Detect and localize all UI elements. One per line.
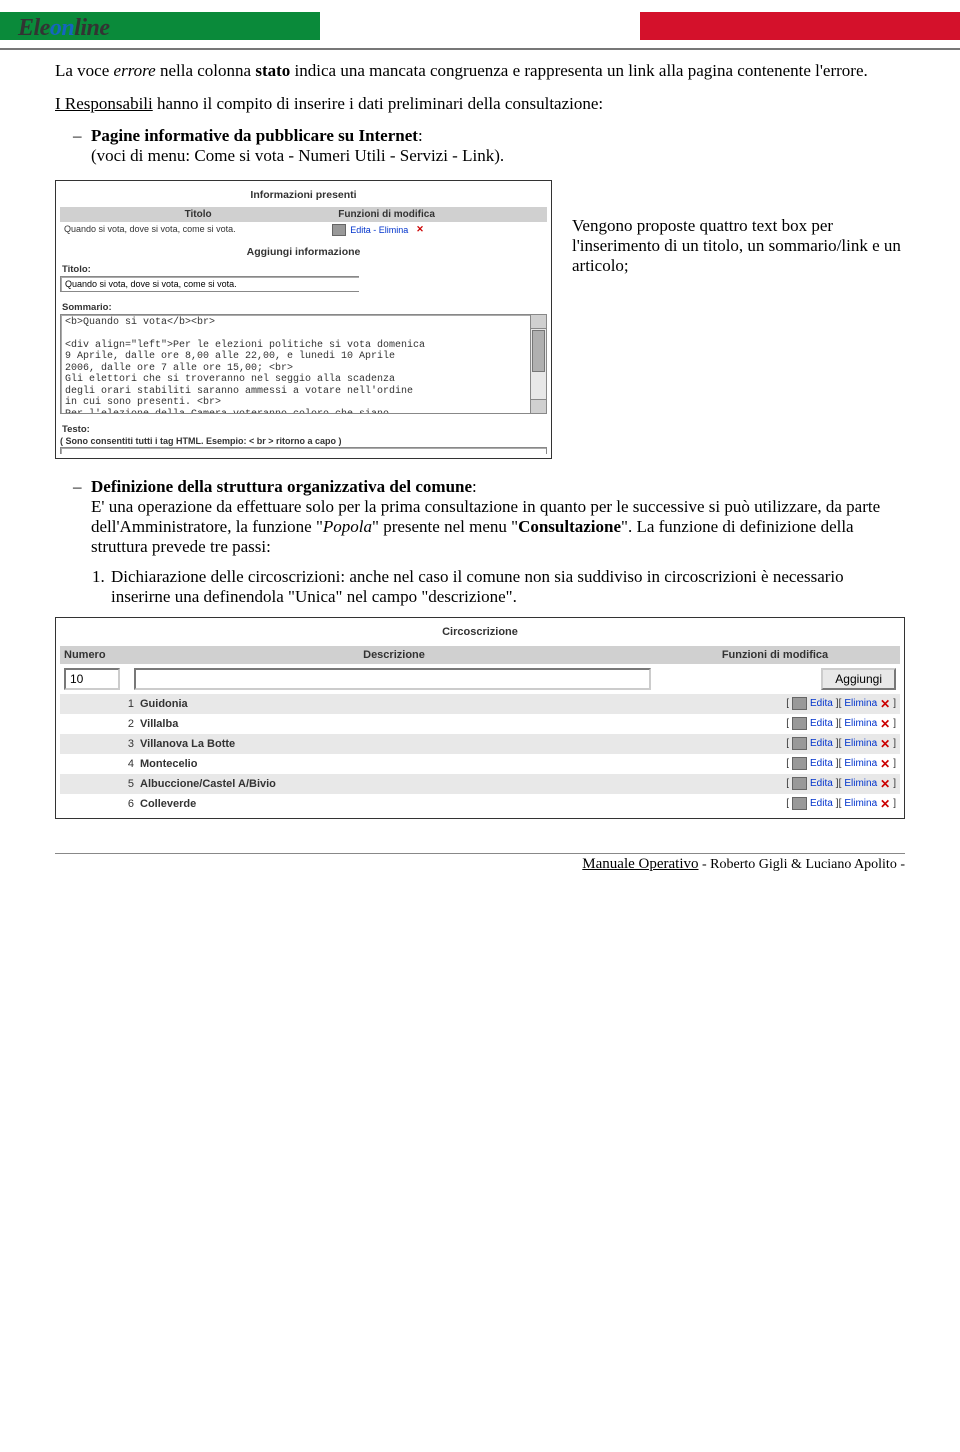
delete-x-icon[interactable]: ✕ bbox=[880, 777, 890, 791]
fig2-header-row: Numero Descrizione Funzioni di modifica bbox=[60, 646, 900, 664]
delete-x-icon[interactable]: ✕ bbox=[416, 224, 424, 235]
row-number: 4 bbox=[64, 758, 140, 770]
intro-paragraph-1: La voce errore nella colonna stato indic… bbox=[55, 60, 905, 83]
fig1-input-titolo[interactable] bbox=[60, 276, 359, 292]
table-row: 6Colleverde[ Edita][Elimina ✕ ] bbox=[60, 794, 900, 814]
fig2-input-numero[interactable] bbox=[64, 668, 120, 690]
edit-link[interactable]: Edita bbox=[810, 798, 833, 809]
row-description: Montecelio bbox=[140, 758, 660, 770]
fig1-hint: ( Sono consentiti tutti i tag HTML. Esem… bbox=[60, 436, 547, 446]
logo: Eleonline bbox=[18, 15, 110, 42]
row-number: 1 bbox=[64, 698, 140, 710]
copy-icon[interactable] bbox=[792, 717, 807, 730]
fig2-add-row: Aggiungi bbox=[60, 664, 900, 694]
edit-link[interactable]: Edita bbox=[810, 698, 833, 709]
table-row: 1Guidonia[ Edita][Elimina ✕ ] bbox=[60, 694, 900, 714]
scroll-thumb[interactable] bbox=[532, 330, 545, 372]
edit-link[interactable]: Edita bbox=[810, 758, 833, 769]
italy-flag-stripe bbox=[0, 12, 960, 40]
edit-link[interactable]: Edita bbox=[810, 778, 833, 789]
copy-icon[interactable] bbox=[792, 777, 807, 790]
scroll-down-icon[interactable] bbox=[531, 399, 546, 413]
delete-link[interactable]: Elimina bbox=[844, 718, 877, 729]
copy-icon[interactable] bbox=[792, 697, 807, 710]
side-text: Vengono proposte quattro text box per l'… bbox=[572, 180, 905, 276]
row-description: Colleverde bbox=[140, 798, 660, 810]
scrollbar[interactable] bbox=[531, 314, 547, 414]
figure-circoscrizione: Circoscrizione Numero Descrizione Funzio… bbox=[55, 617, 905, 819]
delete-link[interactable]: Elimina bbox=[844, 698, 877, 709]
row-description: Villanova La Botte bbox=[140, 738, 660, 750]
fig1-add-title: Aggiungi informazione bbox=[60, 246, 547, 258]
fig1-title: Informazioni presenti bbox=[60, 189, 547, 201]
figure-informazioni: Informazioni presenti Titolo Funzioni di… bbox=[55, 180, 552, 459]
copy-icon[interactable] bbox=[792, 757, 807, 770]
delete-link[interactable]: Elimina bbox=[844, 758, 877, 769]
row-description: Albuccione/Castel A/Bivio bbox=[140, 778, 660, 790]
row-number: 6 bbox=[64, 798, 140, 810]
table-row: 2Villalba[ Edita][Elimina ✕ ] bbox=[60, 714, 900, 734]
table-row: 3Villanova La Botte[ Edita][Elimina ✕ ] bbox=[60, 734, 900, 754]
edit-link[interactable]: Edita bbox=[810, 718, 833, 729]
bullet-pagine-informative: Pagine informative da pubblicare su Inte… bbox=[55, 126, 905, 166]
table-row: 5Albuccione/Castel A/Bivio[ Edita][Elimi… bbox=[60, 774, 900, 794]
numbered-item-1: Dichiarazione delle circoscrizioni: anch… bbox=[109, 567, 905, 607]
row-description: Guidonia bbox=[140, 698, 660, 710]
fig1-label-sommario: Sommario: bbox=[62, 302, 547, 313]
fig1-label-testo: Testo: bbox=[62, 424, 547, 435]
delete-x-icon[interactable]: ✕ bbox=[880, 797, 890, 811]
row-number: 2 bbox=[64, 718, 140, 730]
table-row: 4Montecelio[ Edita][Elimina ✕ ] bbox=[60, 754, 900, 774]
delete-x-icon[interactable]: ✕ bbox=[880, 697, 890, 711]
fig1-header-row: Titolo Funzioni di modifica bbox=[60, 207, 547, 222]
fig1-label-titolo: Titolo: bbox=[62, 264, 547, 275]
fig1-data-row: Quando si vota, dove si vota, come si vo… bbox=[60, 222, 547, 238]
add-button[interactable]: Aggiungi bbox=[821, 668, 896, 690]
delete-link[interactable]: Elimina bbox=[844, 798, 877, 809]
delete-link[interactable]: Elimina bbox=[844, 778, 877, 789]
fig2-input-descrizione[interactable] bbox=[134, 668, 651, 690]
delete-link[interactable]: Elimina bbox=[844, 738, 877, 749]
header-divider bbox=[0, 48, 960, 50]
delete-x-icon[interactable]: ✕ bbox=[880, 717, 890, 731]
copy-icon[interactable] bbox=[792, 797, 807, 810]
fig1-textarea-testo-top[interactable] bbox=[60, 447, 547, 454]
delete-x-icon[interactable]: ✕ bbox=[880, 737, 890, 751]
bullet-definizione-struttura: Definizione della struttura organizzativ… bbox=[55, 477, 905, 557]
copy-icon[interactable] bbox=[792, 737, 807, 750]
delete-x-icon[interactable]: ✕ bbox=[880, 757, 890, 771]
fig2-title: Circoscrizione bbox=[60, 626, 900, 638]
scroll-up-icon[interactable] bbox=[531, 315, 546, 329]
footer: Manuale Operativo - Roberto Gigli & Luci… bbox=[55, 853, 905, 873]
edit-link[interactable]: Edita bbox=[810, 738, 833, 749]
row-description: Villalba bbox=[140, 718, 660, 730]
fig1-actions[interactable]: Edita - Elimina✕ bbox=[332, 224, 543, 236]
intro-paragraph-2: I Responsabili hanno il compito di inser… bbox=[55, 93, 905, 116]
row-number: 3 bbox=[64, 738, 140, 750]
fig1-textarea-sommario[interactable]: <b>Quando si vota</b><br> <div align="le… bbox=[60, 314, 531, 414]
row-number: 5 bbox=[64, 778, 140, 790]
